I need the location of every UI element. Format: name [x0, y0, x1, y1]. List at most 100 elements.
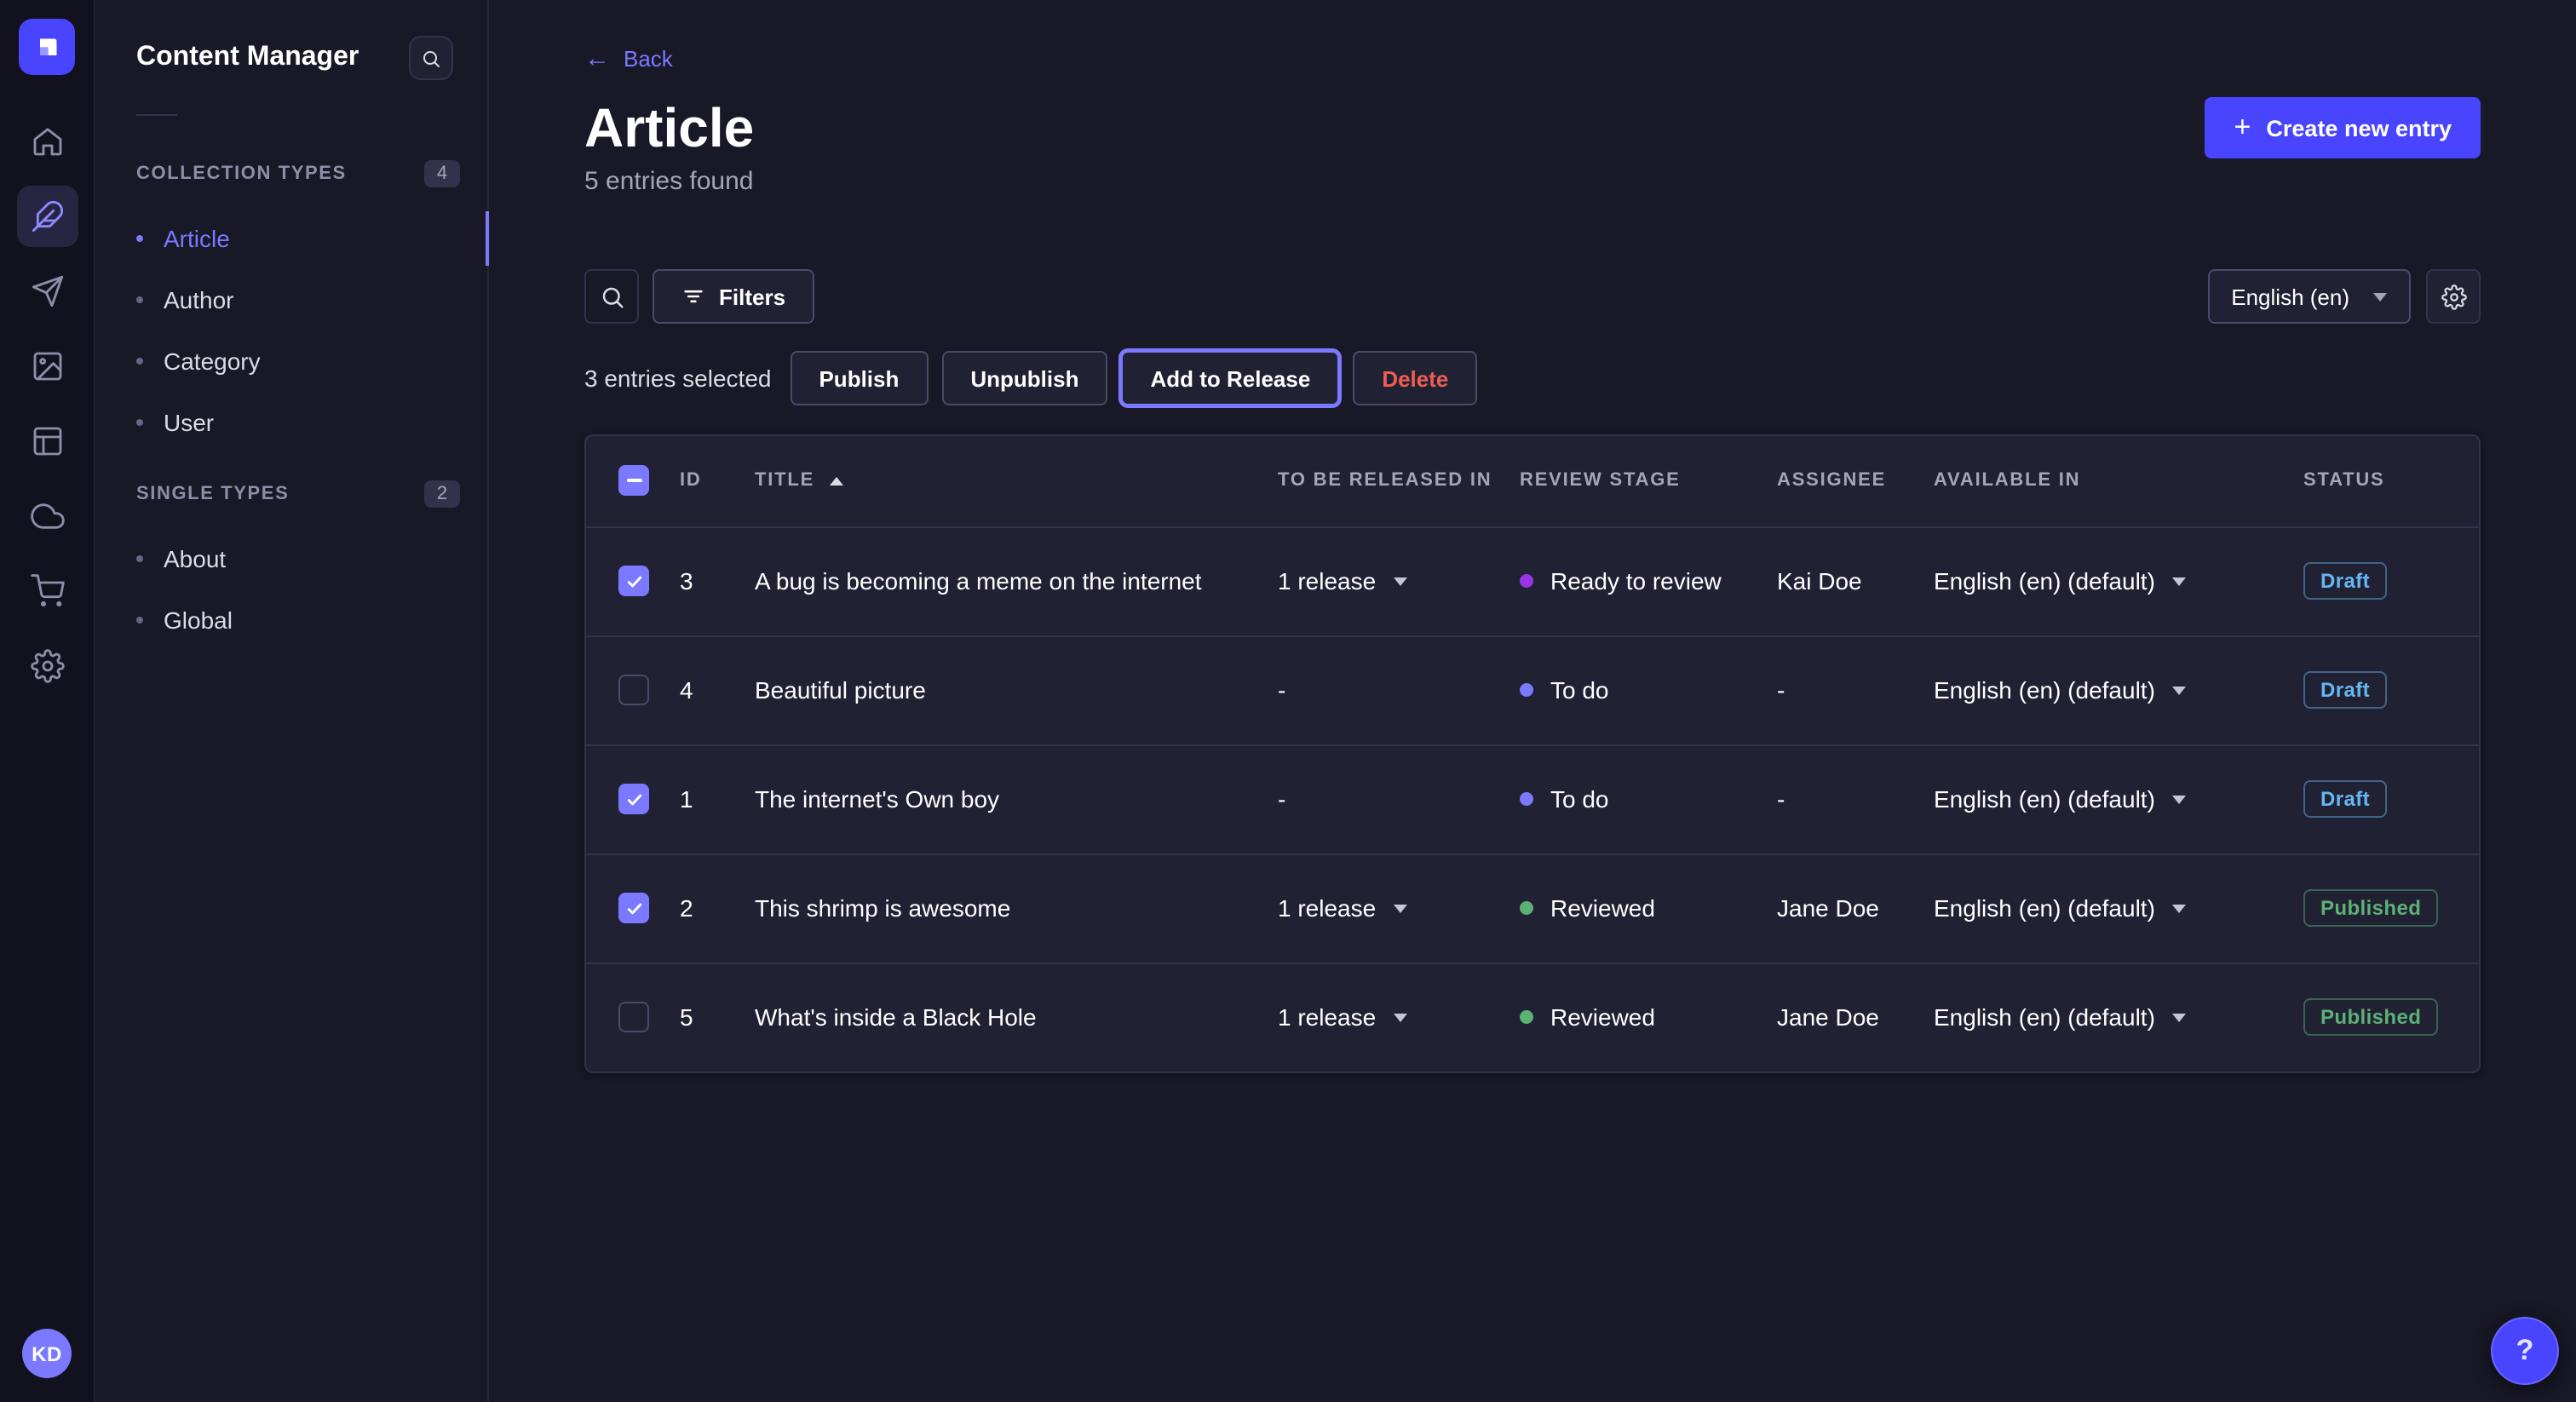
table-row[interactable]: 5 What's inside a Black Hole 1 release R…	[586, 962, 2479, 1072]
home-icon	[30, 124, 64, 158]
cell-status: Published	[2278, 962, 2479, 1072]
locale-value: English (en)	[2231, 284, 2349, 309]
user-avatar[interactable]: KD	[22, 1329, 72, 1378]
add-to-release-button[interactable]: Add to Release	[1121, 351, 1339, 405]
nav-item-deploy[interactable]	[16, 486, 78, 547]
locale-value: English (en) (default)	[1934, 785, 2155, 813]
locale-value: English (en) (default)	[1934, 894, 2155, 922]
status-badge: Draft	[2303, 780, 2387, 818]
row-checkbox[interactable]	[618, 893, 649, 923]
nav-item-content-manager[interactable]	[16, 186, 78, 247]
column-header-title[interactable]: TITLE	[729, 436, 1252, 526]
sidebar-item-author[interactable]: Author	[95, 269, 487, 330]
entries-count: 5 entries found	[584, 167, 2481, 198]
strapi-logo-icon	[32, 32, 62, 62]
column-header-review-stage: REVIEW STAGE	[1494, 436, 1751, 526]
status-badge: Published	[2303, 999, 2438, 1037]
single-types-section: SINGLE TYPES 2 About Global	[95, 480, 487, 651]
search-button[interactable]	[584, 269, 639, 324]
layout-grid-icon	[30, 424, 64, 458]
cell-assignee: Jane Doe	[1751, 853, 1908, 962]
feather-icon	[30, 199, 64, 233]
row-checkbox[interactable]	[618, 566, 649, 596]
cell-release: 1 release	[1252, 853, 1494, 962]
cell-release: 1 release	[1252, 962, 1494, 1072]
unpublish-button[interactable]: Unpublish	[941, 351, 1107, 405]
cell-release: -	[1252, 635, 1494, 744]
entries-table: ID TITLE TO BE RELEASED IN REVIEW STAGE …	[584, 434, 2481, 1073]
row-checkbox[interactable]	[618, 675, 649, 705]
help-button[interactable]: ?	[2491, 1317, 2559, 1385]
cell-review-stage: Reviewed	[1494, 962, 1751, 1072]
locale-dropdown[interactable]: English (en) (default)	[1934, 785, 2186, 813]
table-row[interactable]: 4 Beautiful picture - To do - English (e…	[586, 635, 2479, 744]
column-header-to-be-released-in: TO BE RELEASED IN	[1252, 436, 1494, 526]
nav-item-media-library[interactable]	[16, 336, 78, 397]
cell-title: The internet's Own boy	[729, 744, 1252, 853]
sidebar-item-category[interactable]: Category	[95, 330, 487, 392]
release-value: 1 release	[1278, 894, 1376, 922]
stage-dot-icon	[1520, 901, 1533, 915]
back-arrow-icon: ←	[584, 46, 610, 72]
stage-label: Reviewed	[1550, 894, 1655, 922]
nav-item-home[interactable]	[16, 111, 78, 172]
release-dropdown[interactable]: 1 release	[1278, 894, 1406, 922]
delete-button[interactable]: Delete	[1353, 351, 1477, 405]
filters-label: Filters	[719, 284, 785, 309]
back-label: Back	[624, 46, 673, 72]
cell-available-in: English (en) (default)	[1908, 853, 2278, 962]
table-row[interactable]: 2 This shrimp is awesome 1 release Revie…	[586, 853, 2479, 962]
bullet-icon	[136, 235, 143, 242]
nav-item-marketplace[interactable]	[16, 560, 78, 622]
release-dropdown[interactable]: 1 release	[1278, 567, 1406, 595]
release-value: 1 release	[1278, 1004, 1376, 1031]
cell-available-in: English (en) (default)	[1908, 635, 2278, 744]
sidebar-item-label: Global	[164, 606, 233, 634]
table-header-row: ID TITLE TO BE RELEASED IN REVIEW STAGE …	[586, 436, 2479, 526]
row-checkbox[interactable]	[618, 784, 649, 814]
status-badge: Published	[2303, 889, 2438, 927]
indeterminate-icon	[626, 480, 641, 483]
sidebar-item-label: About	[164, 545, 226, 572]
locale-dropdown[interactable]: English (en) (default)	[1934, 567, 2186, 595]
select-all-checkbox[interactable]	[618, 466, 649, 497]
locale-dropdown[interactable]: English (en) (default)	[1934, 676, 2186, 704]
nav-item-releases[interactable]	[16, 261, 78, 322]
create-new-entry-label: Create new entry	[2266, 115, 2452, 141]
locale-dropdown[interactable]: English (en) (default)	[1934, 1004, 2186, 1031]
strapi-logo[interactable]	[19, 19, 75, 75]
status-badge: Draft	[2303, 562, 2387, 600]
chevron-down-icon	[1393, 1014, 1406, 1022]
table-row[interactable]: 3 A bug is becoming a meme on the intern…	[586, 526, 2479, 635]
check-icon	[624, 899, 643, 917]
nav-item-settings[interactable]	[16, 635, 78, 697]
sidebar-search-button[interactable]	[409, 36, 453, 80]
content-manager-sidebar: Content Manager COLLECTION TYPES 4 Artic…	[95, 0, 489, 1402]
create-new-entry-button[interactable]: + Create new entry	[2205, 97, 2481, 158]
nav-item-content-type-builder[interactable]	[16, 411, 78, 472]
publish-button[interactable]: Publish	[790, 351, 928, 405]
sidebar-item-article[interactable]: Article	[95, 208, 487, 269]
chevron-down-icon	[2172, 1014, 2186, 1022]
sidebar-item-label: Article	[164, 225, 230, 252]
row-checkbox[interactable]	[618, 1003, 649, 1033]
sidebar-item-user[interactable]: User	[95, 392, 487, 453]
question-mark-icon: ?	[2516, 1334, 2534, 1368]
table-row[interactable]: 1 The internet's Own boy - To do - Engli…	[586, 744, 2479, 853]
filters-button[interactable]: Filters	[653, 269, 814, 324]
list-settings-button[interactable]	[2426, 269, 2481, 324]
bullet-icon	[136, 555, 143, 562]
chevron-down-icon	[2172, 577, 2186, 585]
locale-select[interactable]: English (en)	[2207, 269, 2411, 324]
release-dropdown[interactable]: 1 release	[1278, 1004, 1406, 1031]
locale-value: English (en) (default)	[1934, 1004, 2155, 1031]
sidebar-item-global[interactable]: Global	[95, 589, 487, 651]
cell-title: Beautiful picture	[729, 635, 1252, 744]
cloud-icon	[30, 499, 64, 533]
back-link[interactable]: ← Back	[584, 46, 673, 72]
locale-dropdown[interactable]: English (en) (default)	[1934, 894, 2186, 922]
sidebar-item-about[interactable]: About	[95, 528, 487, 589]
stage-label: Ready to review	[1550, 567, 1722, 595]
chevron-down-icon	[1393, 904, 1406, 912]
main-nav-items	[16, 111, 78, 697]
